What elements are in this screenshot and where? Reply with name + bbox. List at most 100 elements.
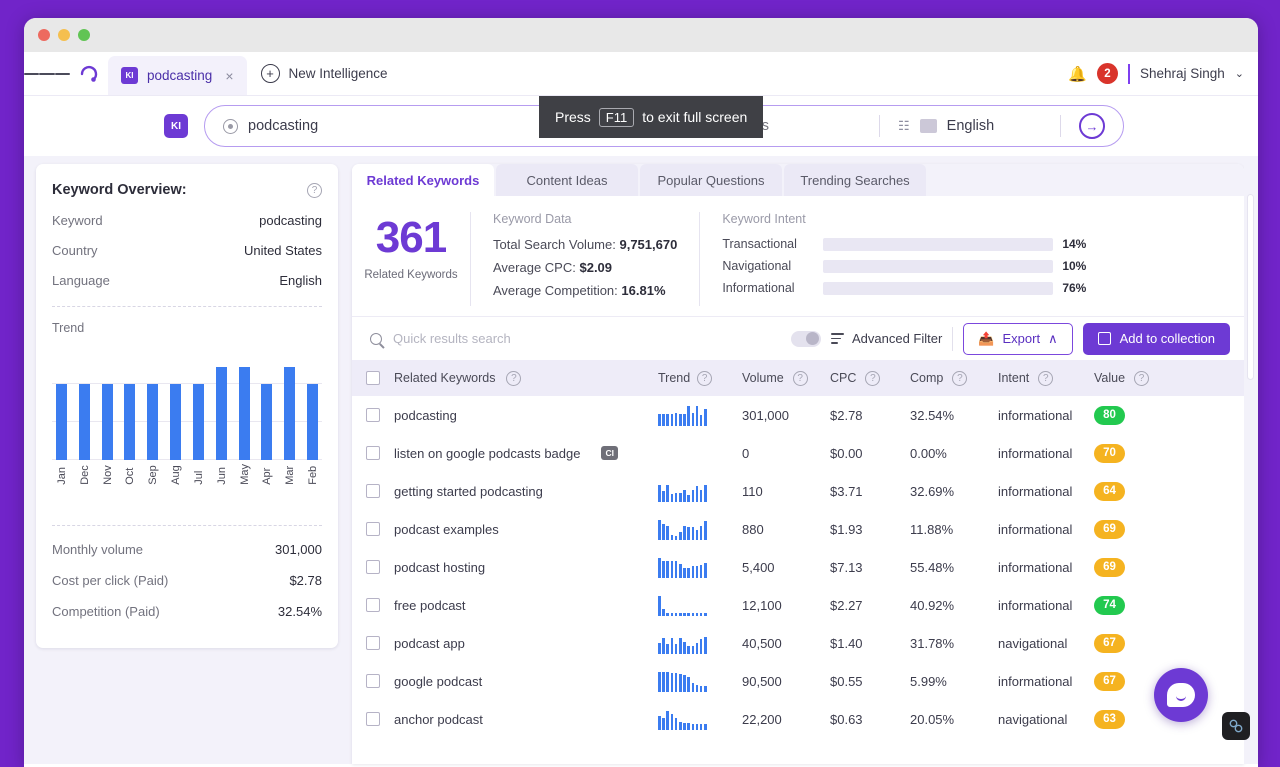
submit-search-segment[interactable]: → xyxy=(1061,106,1123,146)
notification-bell-icon[interactable]: 🔔 xyxy=(1068,65,1087,83)
add-to-collection-button[interactable]: Add to collection xyxy=(1082,322,1230,355)
stat-value: 301,000 xyxy=(275,541,322,557)
table-row[interactable]: google podcast 90,500 $0.55 5.99% informatio… xyxy=(352,662,1244,700)
tab-content-ideas[interactable]: Content Ideas xyxy=(496,164,638,196)
results-scrollbar[interactable] xyxy=(1244,164,1258,764)
browser-tab-podcasting[interactable]: KI podcasting × xyxy=(108,56,247,95)
column-label: Trend xyxy=(658,371,691,385)
tab-close-icon[interactable]: × xyxy=(225,68,233,84)
cell-keyword[interactable]: google podcast xyxy=(380,674,658,689)
cell-intent: informational xyxy=(998,445,1073,461)
window-close-button[interactable] xyxy=(38,29,50,41)
table-row[interactable]: podcasting 301,000 $2.78 32.54% informationa… xyxy=(352,396,1244,434)
row-checkbox[interactable] xyxy=(366,636,380,650)
window-minimize-button[interactable] xyxy=(58,29,70,41)
advanced-filter-button[interactable]: Advanced Filter xyxy=(830,331,942,346)
metric-value: 9,751,670 xyxy=(619,237,678,252)
plus-icon: + xyxy=(260,64,280,83)
help-icon[interactable]: ? xyxy=(506,370,522,386)
column-header-value[interactable]: Value ? xyxy=(1094,370,1164,386)
cell-keyword[interactable]: free podcast xyxy=(380,598,658,613)
tab-related-keywords[interactable]: Related Keywords xyxy=(352,164,494,196)
language-selector[interactable]: ☷ English xyxy=(880,106,1060,146)
keyword-overview-stats: Monthly volume 301,000 Cost per click (Pai… xyxy=(52,542,322,619)
cell-intent: informational xyxy=(998,483,1073,499)
main-content: Keyword Overview: ? Keyword podcasting Cou… xyxy=(24,156,1258,764)
trend-sparkline xyxy=(658,633,707,654)
chevron-down-icon[interactable]: ⌄ xyxy=(1235,67,1244,80)
translate-icon: ☷ xyxy=(898,118,910,133)
table-row[interactable]: getting started podcasting 110 $3.71 32.69%… xyxy=(352,472,1244,510)
row-checkbox[interactable] xyxy=(366,446,380,460)
link-chain-icon[interactable] xyxy=(1222,712,1250,740)
new-intelligence-button[interactable]: + New Intelligence xyxy=(247,52,402,95)
row-label: Keyword xyxy=(52,213,103,228)
column-header-related-keywords[interactable]: Related Keywords ? xyxy=(380,370,658,386)
quick-results-search-input[interactable] xyxy=(393,331,693,346)
scrollbar-thumb[interactable] xyxy=(1247,194,1254,380)
cell-value: 69 xyxy=(1094,557,1164,577)
column-header-intent[interactable]: Intent ? xyxy=(998,370,1094,386)
row-checkbox[interactable] xyxy=(366,598,380,612)
cell-comp: 32.54% xyxy=(910,407,955,423)
row-checkbox[interactable] xyxy=(366,674,380,688)
help-icon[interactable]: ? xyxy=(792,370,808,386)
keyword-data-block: Keyword Data Total Search Volume: 9,751,… xyxy=(470,212,699,306)
cell-trend xyxy=(658,443,742,464)
help-icon[interactable]: ? xyxy=(307,182,322,198)
quick-search-group[interactable] xyxy=(370,331,781,346)
hamburger-menu-icon[interactable] xyxy=(24,52,70,95)
row-checkbox[interactable] xyxy=(366,522,380,536)
column-header-cpc[interactable]: CPC ? xyxy=(830,370,910,386)
table-row[interactable]: podcast app 40,500 $1.40 31.78% navigational… xyxy=(352,624,1244,662)
row-checkbox[interactable] xyxy=(366,408,380,422)
cell-keyword[interactable]: listen on google podcasts badge CI xyxy=(380,446,658,461)
help-icon[interactable]: ? xyxy=(865,370,881,386)
column-header-trend[interactable]: Trend ? xyxy=(658,370,742,386)
value-badge: 64 xyxy=(1094,481,1125,501)
cell-keyword[interactable]: podcast examples xyxy=(380,522,658,537)
select-all-checkbox[interactable] xyxy=(366,371,380,385)
keyword-insights-logo-icon[interactable] xyxy=(70,52,108,95)
table-row[interactable]: listen on google podcasts badge CI 0 $0.00 0… xyxy=(352,434,1244,472)
notification-count-badge[interactable]: 2 xyxy=(1096,63,1118,84)
chat-bubble-icon[interactable] xyxy=(1154,668,1208,722)
window-maximize-button[interactable] xyxy=(78,29,90,41)
help-icon[interactable]: ? xyxy=(697,370,713,386)
intent-bar-track xyxy=(823,237,1054,251)
cell-keyword[interactable]: getting started podcasting xyxy=(380,484,658,499)
tabstrip-right-group: 🔔 2 Shehraj Singh ⌄ xyxy=(1068,52,1258,95)
tab-trending-searches[interactable]: Trending Searches xyxy=(784,164,926,196)
cell-keyword[interactable]: podcasting xyxy=(380,408,658,423)
table-row[interactable]: free podcast 12,100 $2.27 40.92% information… xyxy=(352,586,1244,624)
cell-keyword[interactable]: podcast app xyxy=(380,636,658,651)
tab-popular-questions[interactable]: Popular Questions xyxy=(640,164,782,196)
export-button[interactable]: 📤 Export ∧ xyxy=(963,322,1073,355)
stat-label: Competition (Paid) xyxy=(52,603,160,619)
row-checkbox[interactable] xyxy=(366,712,380,726)
metric-label: Total Search Volume: xyxy=(493,237,616,252)
intent-percent: 14% xyxy=(1062,237,1087,251)
results-toggle[interactable] xyxy=(790,330,821,347)
table-row[interactable]: podcast hosting 5,400 $7.13 55.48% informati… xyxy=(352,548,1244,586)
cell-trend xyxy=(658,481,742,502)
intent-row: Transactional 14% xyxy=(722,237,1086,251)
row-checkbox[interactable] xyxy=(366,484,380,498)
column-header-volume[interactable]: Volume ? xyxy=(742,370,830,386)
help-icon[interactable]: ? xyxy=(1038,370,1054,386)
user-name-label[interactable]: Shehraj Singh xyxy=(1140,66,1225,81)
column-header-comp[interactable]: Comp ? xyxy=(910,370,998,386)
row-checkbox[interactable] xyxy=(366,560,380,574)
keyword-overview-row: Keyword podcasting xyxy=(52,213,322,228)
related-keywords-count: 361 Related Keywords xyxy=(352,212,470,306)
help-icon[interactable]: ? xyxy=(952,370,968,386)
cell-keyword[interactable]: podcast hosting xyxy=(380,560,658,575)
table-row[interactable]: anchor podcast 22,200 $0.63 20.05% navigatio… xyxy=(352,700,1244,738)
cell-cpc: $3.71 xyxy=(830,483,863,499)
help-icon[interactable]: ? xyxy=(1134,370,1150,386)
table-row[interactable]: podcast examples 880 $1.93 11.88% informatio… xyxy=(352,510,1244,548)
fullscreen-toast: Press F11 to exit full screen xyxy=(539,96,764,138)
cell-keyword[interactable]: anchor podcast xyxy=(380,712,658,727)
stat-value: 32.54% xyxy=(277,603,322,619)
enter-arrow-icon[interactable]: → xyxy=(1079,113,1105,139)
